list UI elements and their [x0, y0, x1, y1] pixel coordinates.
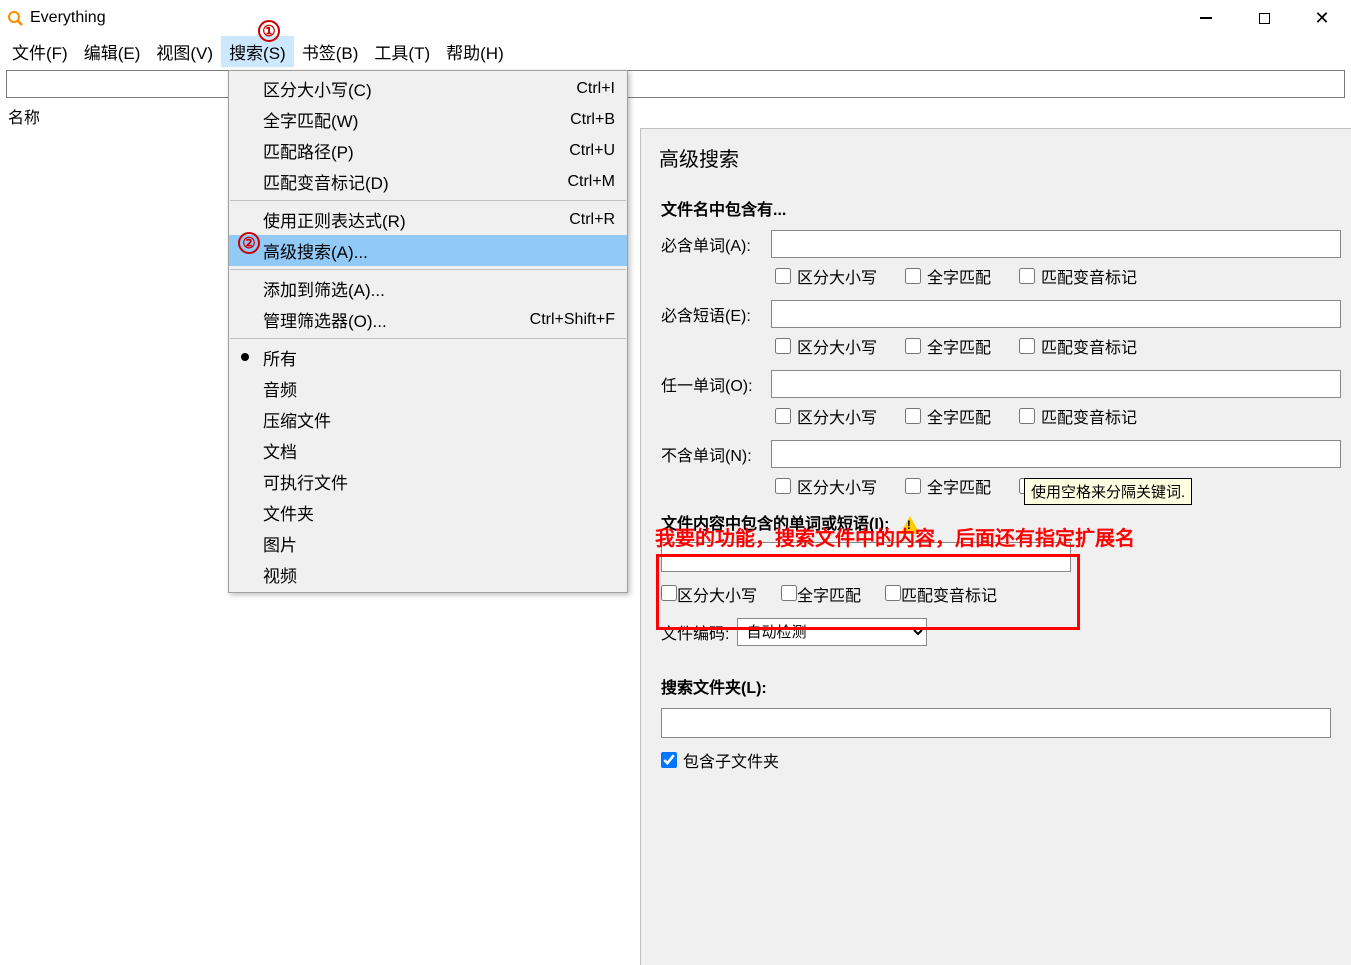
tooltip: 使用空格来分隔关键词.	[1024, 478, 1192, 505]
close-button[interactable]: ✕	[1293, 0, 1351, 36]
filter-video[interactable]: 视频	[229, 559, 627, 590]
menu-advanced-search[interactable]: 高级搜索(A)...	[229, 235, 627, 266]
filter-executable[interactable]: 可执行文件	[229, 466, 627, 497]
menu-add-filter[interactable]: 添加到筛选(A)...	[229, 273, 627, 304]
filter-all[interactable]: 所有	[229, 342, 627, 373]
app-icon	[6, 9, 24, 27]
search-input[interactable]	[6, 70, 1345, 98]
menu-view[interactable]: 视图(V)	[148, 36, 221, 67]
search-bar-container	[6, 70, 1345, 98]
menu-bookmark[interactable]: 书签(B)	[294, 36, 367, 67]
maximize-button[interactable]	[1235, 0, 1293, 36]
close-icon: ✕	[1314, 8, 1329, 29]
app-title: Everything	[30, 9, 106, 27]
menu-separator	[230, 269, 626, 270]
exact-phrase-label: 必含短语(E):	[661, 302, 771, 326]
check-whole-3[interactable]: 全字匹配	[905, 404, 991, 428]
window-controls: ✕	[1177, 0, 1351, 36]
filter-compressed[interactable]: 压缩文件	[229, 404, 627, 435]
any-words-label: 任一单词(O):	[661, 372, 771, 396]
column-header-name[interactable]: 名称	[8, 104, 1351, 128]
none-words-label: 不含单词(N):	[661, 442, 771, 466]
check-diac-2[interactable]: 匹配变音标记	[1019, 334, 1137, 358]
check-case-2[interactable]: 区分大小写	[775, 334, 877, 358]
annotation-badge-1: ①	[258, 20, 280, 42]
check-case-4[interactable]: 区分大小写	[775, 474, 877, 498]
check-diac-3[interactable]: 匹配变音标记	[1019, 404, 1137, 428]
exact-phrase-input[interactable]	[771, 300, 1341, 328]
none-words-input[interactable]	[771, 440, 1341, 468]
annotation-badge-2: ②	[238, 232, 260, 254]
all-words-input[interactable]	[771, 230, 1341, 258]
all-words-label: 必含单词(A):	[661, 232, 771, 256]
check-case-1[interactable]: 区分大小写	[775, 264, 877, 288]
menu-help[interactable]: 帮助(H)	[438, 36, 512, 67]
menu-match-diacritics[interactable]: 匹配变音标记(D)Ctrl+M	[229, 166, 627, 197]
bullet-icon	[241, 353, 249, 361]
check-whole-2[interactable]: 全字匹配	[905, 334, 991, 358]
minimize-icon	[1200, 17, 1212, 19]
check-case-3[interactable]: 区分大小写	[775, 404, 877, 428]
menu-whole-word[interactable]: 全字匹配(W)Ctrl+B	[229, 104, 627, 135]
search-dropdown: 区分大小写(C)Ctrl+I 全字匹配(W)Ctrl+B 匹配路径(P)Ctrl…	[228, 70, 628, 593]
filter-folder[interactable]: 文件夹	[229, 497, 627, 528]
folder-head: 搜索文件夹(L):	[661, 674, 1331, 698]
folder-section: 搜索文件夹(L): 包含子文件夹	[661, 674, 1331, 772]
menu-match-case[interactable]: 区分大小写(C)Ctrl+I	[229, 73, 627, 104]
menu-search[interactable]: 搜索(S)	[221, 36, 294, 67]
any-words-input[interactable]	[771, 370, 1341, 398]
filter-document[interactable]: 文档	[229, 435, 627, 466]
menu-file[interactable]: 文件(F)	[4, 36, 76, 67]
menu-separator	[230, 200, 626, 201]
menu-regex[interactable]: 使用正则表达式(R)Ctrl+R	[229, 204, 627, 235]
filename-section: 文件名中包含有... 必含单词(A): 区分大小写 全字匹配 匹配变音标记 必含…	[661, 196, 1341, 498]
annotation-redbox	[656, 554, 1080, 630]
titlebar: Everything	[0, 0, 1351, 36]
filename-section-head: 文件名中包含有...	[661, 196, 1341, 220]
menu-separator	[230, 338, 626, 339]
include-subfolders[interactable]: 包含子文件夹	[661, 748, 1331, 772]
maximize-icon	[1259, 13, 1270, 24]
minimize-button[interactable]	[1177, 0, 1235, 36]
check-whole-4[interactable]: 全字匹配	[905, 474, 991, 498]
filter-picture[interactable]: 图片	[229, 528, 627, 559]
menu-manage-filters[interactable]: 管理筛选器(O)...Ctrl+Shift+F	[229, 304, 627, 335]
menubar: 文件(F) 编辑(E) 视图(V) 搜索(S) 书签(B) 工具(T) 帮助(H…	[0, 36, 1351, 66]
check-diac-1[interactable]: 匹配变音标记	[1019, 264, 1137, 288]
menu-match-path[interactable]: 匹配路径(P)Ctrl+U	[229, 135, 627, 166]
folder-input[interactable]	[661, 708, 1331, 738]
check-whole-1[interactable]: 全字匹配	[905, 264, 991, 288]
dialog-title: 高级搜索	[659, 143, 1351, 172]
filter-audio[interactable]: 音频	[229, 373, 627, 404]
menu-tools[interactable]: 工具(T)	[366, 36, 438, 67]
annotation-redtext: 我要的功能，搜索文件中的内容，后面还有指定扩展名	[655, 522, 1135, 551]
menu-edit[interactable]: 编辑(E)	[76, 36, 149, 67]
